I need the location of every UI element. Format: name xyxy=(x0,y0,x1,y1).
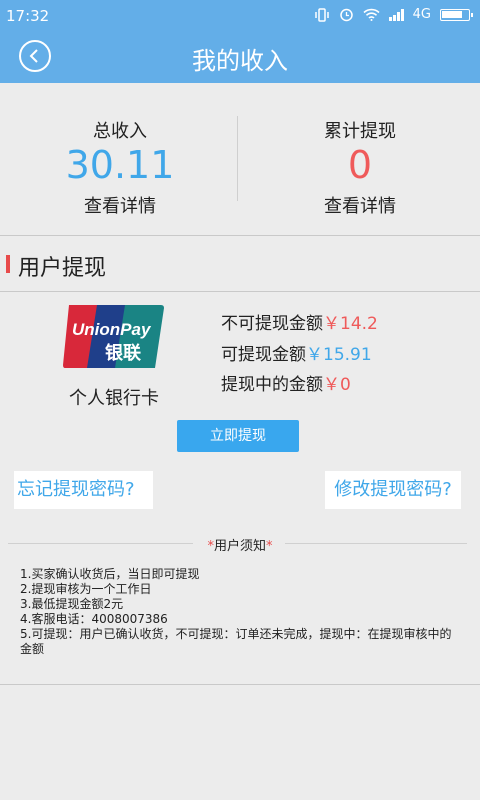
divider xyxy=(0,684,480,685)
withdrawn-detail-link[interactable]: 查看详情 xyxy=(240,192,480,218)
total-income-detail-link[interactable]: 查看详情 xyxy=(0,192,240,218)
non-withdrawable-row: 不可提现金额￥14.2 xyxy=(221,309,378,334)
income-summary: 总收入 30.11 查看详情 累计提现 0 查看详情 xyxy=(0,83,480,235)
total-income-label: 总收入 xyxy=(93,121,147,142)
alarm-icon xyxy=(339,8,353,22)
nav-bar: 我的收入 xyxy=(0,32,480,83)
section-marker xyxy=(6,255,10,273)
notice-item: 4.客服电话：4008007386 xyxy=(20,612,168,626)
notice-title-text: 用户须知 xyxy=(213,539,266,554)
bank-card-label: 个人银行卡 xyxy=(69,388,159,409)
notice-title: *用户须知* xyxy=(0,535,480,554)
total-income-card: 总收入 30.11 查看详情 xyxy=(0,83,240,235)
withdrawable-value: ￥15.91 xyxy=(306,345,372,365)
notice-item: 1.买家确认收货后，当日即可提现 xyxy=(20,567,200,581)
notice-list: 1.买家确认收货后，当日即可提现 2.提现审核为一个工作日 3.最低提现金额2元… xyxy=(20,567,460,657)
withdrawn-card: 累计提现 0 查看详情 xyxy=(240,83,480,235)
notice-item: 3.最低提现金额2元 xyxy=(20,597,124,611)
withdrawable-row: 可提现金额￥15.91 xyxy=(221,340,372,365)
status-icons: 4G xyxy=(314,7,473,22)
battery-level xyxy=(442,10,462,18)
signal-icon xyxy=(388,8,404,21)
withdrawn-label: 累计提现 xyxy=(324,121,396,142)
unionpay-logo: UnionPay 银联 xyxy=(63,305,164,368)
section-title: 用户提现 xyxy=(18,256,107,281)
withdrawn-value: 0 xyxy=(347,143,373,187)
non-withdrawable-label: 不可提现金额 xyxy=(221,314,323,334)
change-password-link[interactable]: 修改提现密码? xyxy=(325,471,461,509)
withdrawing-value: ￥0 xyxy=(323,375,351,395)
logo-text-en: UnionPay xyxy=(72,320,152,339)
withdraw-button[interactable]: 立即提现 xyxy=(177,420,299,452)
column-divider xyxy=(237,116,238,201)
notice-item: 5.可提现：用户已确认收货，不可提现：订单还未完成，提现中：在提现审核中的金额 xyxy=(20,627,452,656)
page-title: 我的收入 xyxy=(192,47,288,75)
withdrawable-label: 可提现金额 xyxy=(221,345,306,365)
battery-icon xyxy=(440,8,473,21)
status-time: 17:32 xyxy=(6,7,50,25)
non-withdrawable-value: ￥14.2 xyxy=(323,314,378,334)
network-type: 4G xyxy=(412,7,431,22)
status-bar: 17:32 4G xyxy=(0,0,480,32)
notice-star-right: * xyxy=(266,539,273,554)
notice-item: 2.提现审核为一个工作日 xyxy=(20,582,152,596)
wifi-icon xyxy=(363,8,380,21)
divider xyxy=(0,235,480,236)
withdrawing-row: 提现中的金额￥0 xyxy=(221,370,351,395)
withdrawing-label: 提现中的金额 xyxy=(221,375,323,395)
divider xyxy=(0,291,480,292)
vibrate-icon xyxy=(314,7,329,22)
logo-text-cn: 银联 xyxy=(105,342,141,364)
total-income-value: 30.11 xyxy=(65,143,175,187)
forgot-password-link[interactable]: 忘记提现密码? xyxy=(14,471,153,509)
